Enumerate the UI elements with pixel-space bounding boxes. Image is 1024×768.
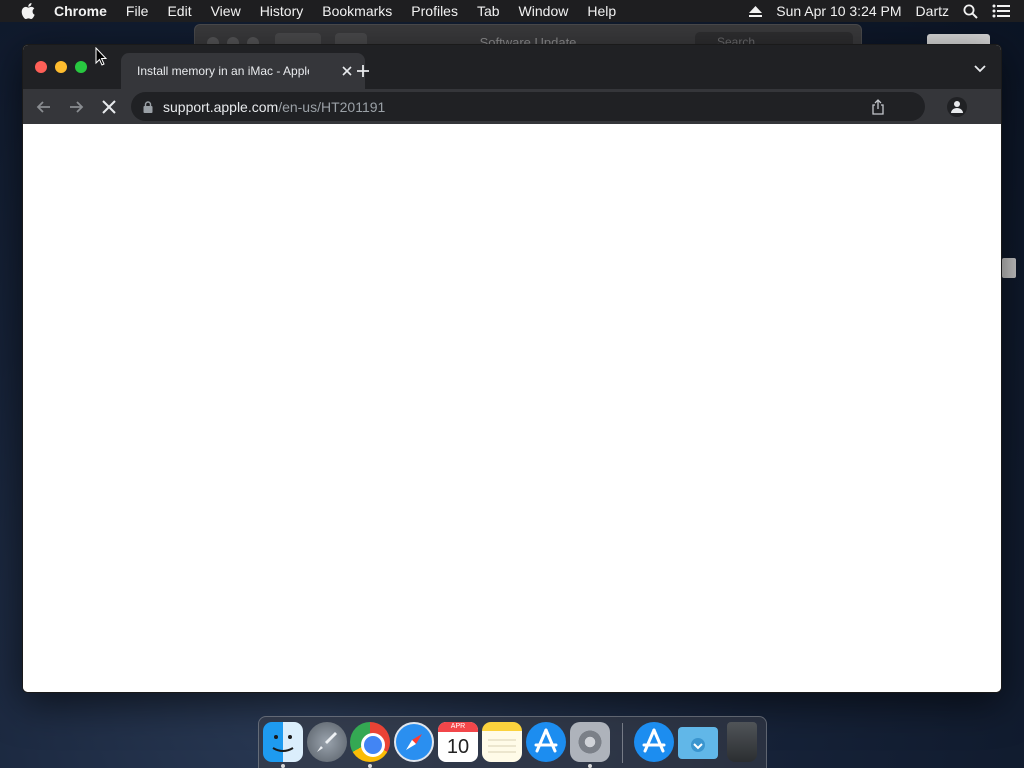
eject-icon[interactable] — [749, 5, 763, 17]
menu-profiles[interactable]: Profiles — [411, 3, 458, 19]
url-text[interactable]: support.apple.com/en-us/HT201191 — [163, 99, 385, 115]
forward-arrow-icon[interactable] — [67, 98, 85, 116]
menu-history[interactable]: History — [260, 3, 304, 19]
menu-edit[interactable]: Edit — [167, 3, 191, 19]
download-arrow-icon — [691, 738, 705, 752]
compass-icon — [406, 734, 422, 750]
dock-trash[interactable] — [727, 722, 757, 762]
menu-bar: Chrome File Edit View History Bookmarks … — [0, 0, 1024, 22]
back-arrow-icon[interactable] — [35, 98, 53, 116]
menubar-status-area: Sun Apr 10 3:24 PM Dartz — [749, 0, 1024, 22]
menu-tab[interactable]: Tab — [477, 3, 500, 19]
rocket-icon — [317, 732, 337, 752]
menu-chrome[interactable]: Chrome — [54, 3, 107, 19]
control-center-list-icon[interactable] — [992, 4, 1010, 18]
menu-window[interactable]: Window — [519, 3, 569, 19]
new-tab-icon[interactable] — [355, 63, 371, 79]
chevron-down-icon[interactable] — [973, 64, 987, 74]
url-host: support.apple.com — [163, 98, 279, 115]
tab-title: Install memory in an iMac - Apple Suppor… — [137, 64, 309, 78]
dock-running-indicator-chrome — [368, 764, 372, 768]
window-controls — [35, 61, 87, 73]
app-store-a-icon — [534, 728, 558, 753]
dock-notes[interactable] — [482, 722, 522, 762]
dock: APR 10 — [258, 716, 767, 768]
url-path: /en-us/HT201191 — [278, 98, 386, 115]
dock-downloads-folder[interactable] — [678, 727, 718, 759]
calendar-month: APR — [438, 722, 478, 732]
dock-google-chrome[interactable] — [350, 722, 390, 762]
profile-button[interactable] — [947, 97, 967, 117]
dock-system-preferences[interactable] — [570, 722, 610, 762]
dock-app-store-downloads[interactable] — [634, 722, 674, 762]
maximize-window-button[interactable] — [75, 61, 87, 73]
menu-view[interactable]: View — [211, 3, 241, 19]
menu-help[interactable]: Help — [587, 3, 616, 19]
dock-finder[interactable] — [263, 722, 303, 762]
calendar-day: 10 — [446, 736, 470, 758]
spotlight-search-icon[interactable] — [963, 4, 978, 19]
person-icon — [951, 101, 963, 113]
browser-toolbar: support.apple.com/en-us/HT201191 — [23, 89, 1001, 124]
app-store-a-icon — [642, 728, 666, 753]
menu-bookmarks[interactable]: Bookmarks — [322, 3, 392, 19]
stop-loading-icon[interactable] — [100, 98, 118, 116]
page-content-area[interactable] — [23, 124, 1001, 692]
dock-safari[interactable] — [394, 722, 434, 762]
dock-running-indicator-finder — [281, 764, 285, 768]
tab-active[interactable]: Install memory in an iMac - Apple Suppor… — [121, 53, 365, 89]
apple-logo-icon[interactable] — [21, 3, 35, 19]
share-icon[interactable] — [871, 99, 885, 115]
menu-file[interactable]: File — [126, 3, 149, 19]
dock-launchpad[interactable] — [307, 722, 347, 762]
background-window-edge — [1002, 258, 1016, 278]
notes-lines-icon — [488, 739, 516, 753]
finder-face-icon — [272, 735, 294, 752]
dock-separator — [622, 723, 623, 763]
menubar-user[interactable]: Dartz — [916, 3, 949, 19]
dock-running-indicator-system-preferences — [588, 764, 592, 768]
dock-calendar[interactable]: APR 10 — [438, 722, 478, 762]
minimize-window-button[interactable] — [55, 61, 67, 73]
dock-app-store[interactable] — [526, 722, 566, 762]
lock-icon[interactable] — [143, 100, 153, 113]
address-bar[interactable]: support.apple.com/en-us/HT201191 — [131, 92, 925, 121]
mouse-pointer-icon — [95, 47, 107, 66]
menubar-clock[interactable]: Sun Apr 10 3:24 PM — [776, 3, 901, 19]
close-window-button[interactable] — [35, 61, 47, 73]
tab-strip: Install memory in an iMac - Apple Suppor… — [23, 45, 1001, 89]
close-tab-icon[interactable] — [339, 63, 355, 79]
chrome-window: Install memory in an iMac - Apple Suppor… — [22, 44, 1002, 693]
